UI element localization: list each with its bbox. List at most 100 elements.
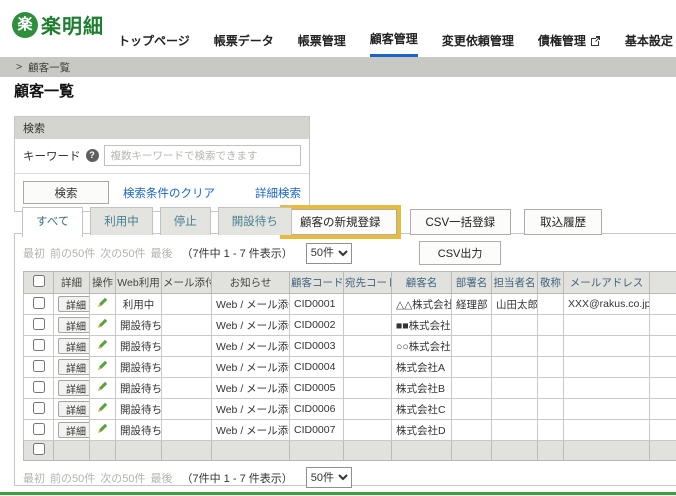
detail-button[interactable]: 詳細 <box>58 380 89 396</box>
csv-export-button[interactable]: CSV出力 <box>418 241 502 265</box>
edit-pencil-icon[interactable] <box>96 317 109 333</box>
detail-button[interactable]: 詳細 <box>58 338 89 354</box>
pagination-bottom: 最初 前の50件 次の50件 最後 （7件中 1 - 7 件表示） 50件 <box>23 467 676 488</box>
footer-cell <box>53 440 90 461</box>
column-header[interactable]: 顧客名 <box>391 271 452 294</box>
column-header[interactable]: 部署名 <box>451 271 492 294</box>
result-count-summary: （7件中 1 - 7 件表示） <box>181 248 293 260</box>
result-count-summary-bottom: （7件中 1 - 7 件表示） <box>181 472 293 485</box>
table-row: 詳細 開設待ち Web / メール添付 CID0002 ■■株式会社 <box>23 314 676 336</box>
notice-links[interactable]: Web / メール添付 <box>211 335 290 357</box>
edit-pencil-icon[interactable] <box>96 359 109 375</box>
page-next-link-bottom: 次の50件 <box>100 472 146 485</box>
edit-cell <box>89 356 116 378</box>
detail-button[interactable]: 詳細 <box>58 401 89 417</box>
page-size-select[interactable]: 50件 <box>305 242 352 264</box>
notice-links[interactable]: Web / メール添付 <box>211 398 290 420</box>
email-cell <box>563 377 650 399</box>
detail-button[interactable]: 詳細 <box>58 359 89 375</box>
footer-cell <box>649 440 676 461</box>
row-checkbox[interactable] <box>32 422 45 435</box>
column-header[interactable]: メールアドレス <box>563 271 650 294</box>
detail-button[interactable]: 詳細 <box>58 296 89 312</box>
nav-item-basic-settings[interactable]: 基本設定 <box>625 30 673 57</box>
keyword-label: キーワード <box>23 150 81 163</box>
web-usage-status: 利用中 <box>115 293 162 315</box>
row-checkbox[interactable] <box>32 317 45 330</box>
page-first-link: 最初 <box>23 248 45 260</box>
csv-bulk-register-button[interactable]: CSV一括登録 <box>409 209 512 235</box>
row-checkbox[interactable] <box>32 401 45 414</box>
tab-in-use[interactable]: 利用中 <box>90 207 153 235</box>
row-checkbox[interactable] <box>32 359 45 372</box>
department-cell <box>451 335 492 357</box>
column-header[interactable]: 担当者名 <box>491 271 538 294</box>
footer-cell <box>563 440 650 461</box>
breadcrumb-current: 顧客一覧 <box>28 61 71 74</box>
row-checkbox[interactable] <box>32 296 45 309</box>
tab-all[interactable]: すべて <box>22 207 84 237</box>
edit-pencil-icon[interactable] <box>96 401 109 417</box>
honorific-cell <box>537 377 564 399</box>
select-all-checkbox[interactable] <box>32 275 45 287</box>
detail-button[interactable]: 詳細 <box>58 317 89 333</box>
detail-button[interactable]: 詳細 <box>58 422 89 438</box>
nav-item-customer-management[interactable]: 顧客管理 <box>369 30 418 57</box>
column-header[interactable]: 宛先コード <box>343 271 392 294</box>
edit-pencil-icon[interactable] <box>96 380 109 396</box>
app-window: 楽 楽明細 トップページ 帳票データ 帳票管理 顧客管理 変更依頼管理 債権管理… <box>0 0 676 496</box>
postal-code-cell <box>649 398 676 420</box>
customer-name-cell: 株式会社B <box>391 377 452 399</box>
notice-links[interactable]: Web / メール添付 <box>211 377 290 399</box>
contact-person-cell <box>491 335 538 357</box>
department-cell <box>451 398 492 420</box>
row-select-cell <box>23 335 54 357</box>
tab-pending[interactable]: 開設待ち <box>217 207 292 235</box>
detail-cell: 詳細 <box>53 398 90 420</box>
contact-person-cell <box>491 398 538 420</box>
table-header-row: 詳細操作Web利用メール添付お知らせ顧客コード宛先コード顧客名部署名担当者名敬称… <box>23 271 676 294</box>
column-header: 操作 <box>89 271 116 294</box>
footer-select-all-checkbox[interactable] <box>32 443 45 455</box>
notice-links[interactable]: Web / メール添付 <box>211 356 290 378</box>
web-usage-status: 開設待ち <box>115 377 162 399</box>
new-customer-button[interactable]: 顧客の新規登録 <box>284 209 397 235</box>
mail-attach-cell <box>161 377 212 399</box>
customer-name-cell: ○○株式会社 <box>391 335 452 357</box>
footer-cell <box>115 440 162 461</box>
notice-links[interactable]: Web / メール添付 <box>211 314 290 336</box>
nav-item-receivables[interactable]: 債権管理 <box>538 30 601 57</box>
column-header[interactable]: 敬称 <box>537 271 564 294</box>
table-row: 詳細 開設待ち Web / メール添付 CID0006 株式会社C <box>23 398 676 420</box>
mail-attach-cell <box>161 335 212 357</box>
row-checkbox[interactable] <box>32 338 45 351</box>
tab-stopped[interactable]: 停止 <box>159 207 211 235</box>
honorific-cell <box>537 356 564 378</box>
edit-pencil-icon[interactable] <box>96 338 109 354</box>
nav-item-change-request[interactable]: 変更依頼管理 <box>442 30 514 57</box>
postal-code-cell <box>649 356 676 378</box>
import-history-button[interactable]: 取込履歴 <box>524 209 603 235</box>
clear-search-link[interactable]: 検索条件のクリア <box>123 185 215 201</box>
column-header[interactable]: 顧客コード <box>289 271 344 294</box>
help-icon[interactable]: ? <box>85 149 99 162</box>
nav-item-receivables-label: 債権管理 <box>537 33 586 48</box>
row-checkbox[interactable] <box>32 380 45 393</box>
nav-item-invoice-management[interactable]: 帳票管理 <box>298 30 346 57</box>
nav-item-invoice-data[interactable]: 帳票データ <box>214 30 274 57</box>
edit-pencil-icon[interactable] <box>96 422 109 438</box>
search-button[interactable]: 検索 <box>23 181 109 204</box>
select-all-header-cell <box>23 271 54 294</box>
notice-links[interactable]: Web / メール添付 <box>211 419 290 441</box>
page-size-select-bottom[interactable]: 50件 <box>305 467 352 488</box>
keyword-input[interactable] <box>103 145 301 166</box>
advanced-search-link[interactable]: 詳細検索 <box>255 185 301 201</box>
column-header[interactable]: 郵便番号 <box>649 271 676 294</box>
nav-item-top-page[interactable]: トップページ <box>118 30 190 57</box>
detail-cell: 詳細 <box>53 356 90 378</box>
table-row: 詳細 開設待ち Web / メール添付 CID0005 株式会社B <box>23 377 676 399</box>
notice-links[interactable]: Web / メール添付 <box>211 293 290 315</box>
detail-cell: 詳細 <box>53 314 90 336</box>
edit-pencil-icon[interactable] <box>96 296 109 312</box>
dest-code-cell <box>343 293 392 315</box>
